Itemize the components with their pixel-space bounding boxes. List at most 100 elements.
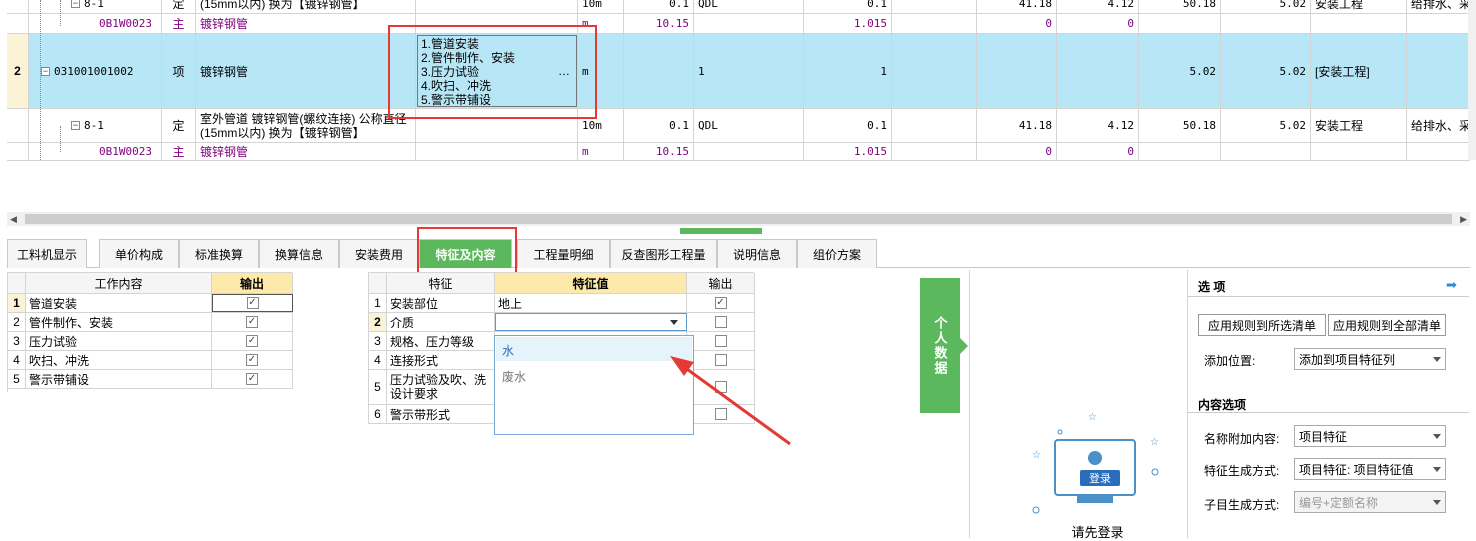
output-checkbox-cell[interactable]: ✓ bbox=[212, 370, 293, 388]
options-panel: 选 项 ➡ 应用规则到所选清单 应用规则到全部清单 添加位置: 添加到项目特征列… bbox=[1187, 270, 1469, 538]
table-row[interactable]: −8-1 定 (15mm以内) 换为【镀锌钢管】 10m 0.1 QDL 0.1… bbox=[7, 0, 1470, 14]
chevron-down-icon[interactable] bbox=[1433, 357, 1441, 362]
table-row[interactable]: −8-1 定 室外管道 镀锌钢管(螺纹连接) 公称直径 (15mm以内) 换为【… bbox=[7, 109, 1470, 143]
item-code: 031001001002 bbox=[54, 64, 134, 78]
checkbox-checked-icon[interactable]: ✓ bbox=[246, 373, 258, 385]
login-button[interactable]: 登录 bbox=[1080, 470, 1120, 486]
feature-name: 压力试验及吹、洗 设计要求 bbox=[387, 370, 495, 404]
expand-arrow-icon bbox=[960, 338, 968, 354]
tab-reverse-lookup[interactable]: 反查图形工程量 bbox=[610, 239, 717, 268]
apply-all-button[interactable]: 应用规则到全部清单 bbox=[1328, 314, 1446, 336]
feature-value-combobox[interactable] bbox=[495, 313, 687, 331]
item-price: 0 bbox=[977, 143, 1057, 160]
table-row[interactable]: 3 压力试验 ✓ bbox=[8, 332, 293, 351]
checkbox-checked-icon[interactable]: ✓ bbox=[246, 316, 258, 328]
item-qty: 10.15 bbox=[624, 14, 694, 33]
splitter-handle[interactable] bbox=[680, 228, 762, 234]
output-checkbox-cell[interactable]: ✓ bbox=[212, 313, 293, 331]
item-qty: 0.1 bbox=[624, 109, 694, 142]
table-row[interactable]: 4 吹扫、冲洗 ✓ bbox=[8, 351, 293, 370]
features-editor[interactable]: 1.管道安装 2.管件制作、安装 3.压力试验 4.吹扫、冲洗 5.警示带铺设 … bbox=[417, 35, 577, 107]
table-row[interactable]: 0B1W0023 主 镀锌钢管 m 10.15 1.015 0 0 bbox=[7, 143, 1470, 161]
table-row[interactable]: 1 安装部位 地上 ✓ bbox=[369, 294, 755, 313]
item-unit: m bbox=[578, 14, 624, 33]
collapse-icon[interactable]: − bbox=[71, 0, 80, 8]
scroll-right-icon[interactable]: ▶ bbox=[1460, 214, 1467, 225]
item-name-line: 室外管道 镀锌钢管(螺纹连接) 公称直径 bbox=[200, 111, 407, 126]
chevron-down-icon[interactable] bbox=[670, 320, 678, 325]
chevron-down-icon[interactable] bbox=[1433, 467, 1441, 472]
item-qdl: QDL bbox=[694, 0, 804, 13]
checkbox-checked-icon[interactable]: ✓ bbox=[714, 297, 727, 309]
child-gen-select[interactable]: 编号+定额名称 bbox=[1294, 491, 1446, 513]
output-checkbox-cell[interactable]: ✓ bbox=[212, 294, 293, 312]
chevron-down-icon[interactable] bbox=[1433, 434, 1441, 439]
add-position-select[interactable]: 添加到项目特征列 bbox=[1294, 348, 1446, 370]
item-name: 镀锌钢管 bbox=[196, 143, 416, 160]
item-price: 5.02 bbox=[1221, 34, 1311, 108]
output-checkbox-cell[interactable] bbox=[687, 313, 755, 331]
tab-pricing-scheme[interactable]: 组价方案 bbox=[797, 239, 877, 268]
feature-value[interactable]: 地上 bbox=[495, 294, 687, 312]
tab-unit-price[interactable]: 单价构成 bbox=[99, 239, 179, 268]
table-row[interactable]: 2 管件制作、安装 ✓ bbox=[8, 313, 293, 332]
item-qty2: 0.1 bbox=[804, 109, 892, 142]
checkbox-checked-icon[interactable]: ✓ bbox=[246, 297, 259, 309]
more-button[interactable]: … bbox=[558, 64, 570, 78]
item-price: 4.12 bbox=[1057, 0, 1139, 13]
table-row[interactable]: 1 管道安装 ✓ bbox=[8, 294, 293, 313]
row-number: 3 bbox=[369, 332, 387, 350]
feature-gen-select[interactable]: 项目特征: 项目特征值 bbox=[1294, 458, 1446, 480]
tab-description[interactable]: 说明信息 bbox=[717, 239, 797, 268]
item-extra: 给排水、采 bbox=[1407, 0, 1470, 13]
item-price: 0 bbox=[1057, 14, 1139, 33]
personal-data-tab[interactable]: 个人数据 bbox=[920, 278, 960, 413]
tree-line bbox=[60, 0, 61, 26]
table-row[interactable]: 5 警示带铺设 ✓ bbox=[8, 370, 293, 389]
column-header: 输出 bbox=[212, 273, 293, 293]
chevron-down-icon[interactable] bbox=[1433, 500, 1441, 505]
item-price: 41.18 bbox=[977, 0, 1057, 13]
checkbox-checked-icon[interactable]: ✓ bbox=[246, 354, 258, 366]
output-checkbox-cell[interactable]: ✓ bbox=[212, 351, 293, 369]
row-number: 1 bbox=[8, 294, 26, 312]
annotation-arrow-icon bbox=[670, 356, 791, 446]
feature-name: 连接形式 bbox=[387, 351, 495, 369]
tab-features-content[interactable]: 特征及内容 bbox=[419, 239, 512, 268]
name-addition-select[interactable]: 项目特征 bbox=[1294, 425, 1446, 447]
tab-install-fee[interactable]: 安装费用 bbox=[339, 239, 419, 268]
collapse-icon[interactable]: − bbox=[41, 66, 50, 76]
scrollbar-thumb[interactable] bbox=[25, 214, 1452, 224]
table-row[interactable]: 2 介质 bbox=[369, 313, 755, 332]
item-name: 镀锌钢管 bbox=[196, 14, 416, 33]
tab-standard-conversion[interactable]: 标准换算 bbox=[179, 239, 259, 268]
work-item: 警示带铺设 bbox=[26, 370, 212, 388]
output-checkbox-cell[interactable]: ✓ bbox=[687, 294, 755, 312]
apply-selected-button[interactable]: 应用规则到所选清单 bbox=[1198, 314, 1326, 336]
vertical-scrollbar[interactable] bbox=[1468, 0, 1476, 160]
item-name: (15mm以内) 换为【镀锌钢管】 bbox=[196, 0, 416, 13]
output-checkbox-cell[interactable]: ✓ bbox=[212, 332, 293, 350]
tab-labor-material[interactable]: 工料机显示 bbox=[7, 239, 87, 268]
tree-line bbox=[60, 126, 61, 152]
item-qty2: 1.015 bbox=[804, 143, 892, 160]
item-code: 8-1 bbox=[84, 119, 104, 132]
checkbox-checked-icon[interactable]: ✓ bbox=[246, 335, 258, 347]
work-item: 吹扫、冲洗 bbox=[26, 351, 212, 369]
checkbox-unchecked-icon[interactable] bbox=[714, 316, 727, 328]
horizontal-scrollbar[interactable]: ◀ ▶ bbox=[7, 212, 1470, 226]
item-code: 0B1W0023 bbox=[99, 17, 152, 30]
tab-conversion-info[interactable]: 换算信息 bbox=[259, 239, 339, 268]
table-row[interactable]: 0B1W0023 主 镀锌钢管 m 10.15 1.015 0 0 bbox=[7, 14, 1470, 34]
item-type: 主 bbox=[162, 14, 196, 33]
feature-line: 1.管道安装 bbox=[421, 37, 480, 51]
tree-line bbox=[40, 0, 41, 160]
child-gen-label: 子目生成方式: bbox=[1204, 498, 1280, 512]
scroll-left-icon[interactable]: ◀ bbox=[10, 214, 17, 225]
table-row-selected[interactable]: 2 −031001001002 项 镀锌钢管 1.管道安装 2.管件制作、安装 … bbox=[7, 34, 1470, 109]
item-features-cell[interactable]: 1.管道安装 2.管件制作、安装 3.压力试验 4.吹扫、冲洗 5.警示带铺设 … bbox=[416, 34, 578, 108]
tab-quantity-detail[interactable]: 工程量明细 bbox=[517, 239, 610, 268]
item-name: 室外管道 镀锌钢管(螺纹连接) 公称直径 (15mm以内) 换为【镀锌钢管】 bbox=[196, 109, 416, 142]
arrow-right-icon[interactable]: ➡ bbox=[1446, 277, 1457, 293]
collapse-icon[interactable]: − bbox=[71, 121, 80, 130]
